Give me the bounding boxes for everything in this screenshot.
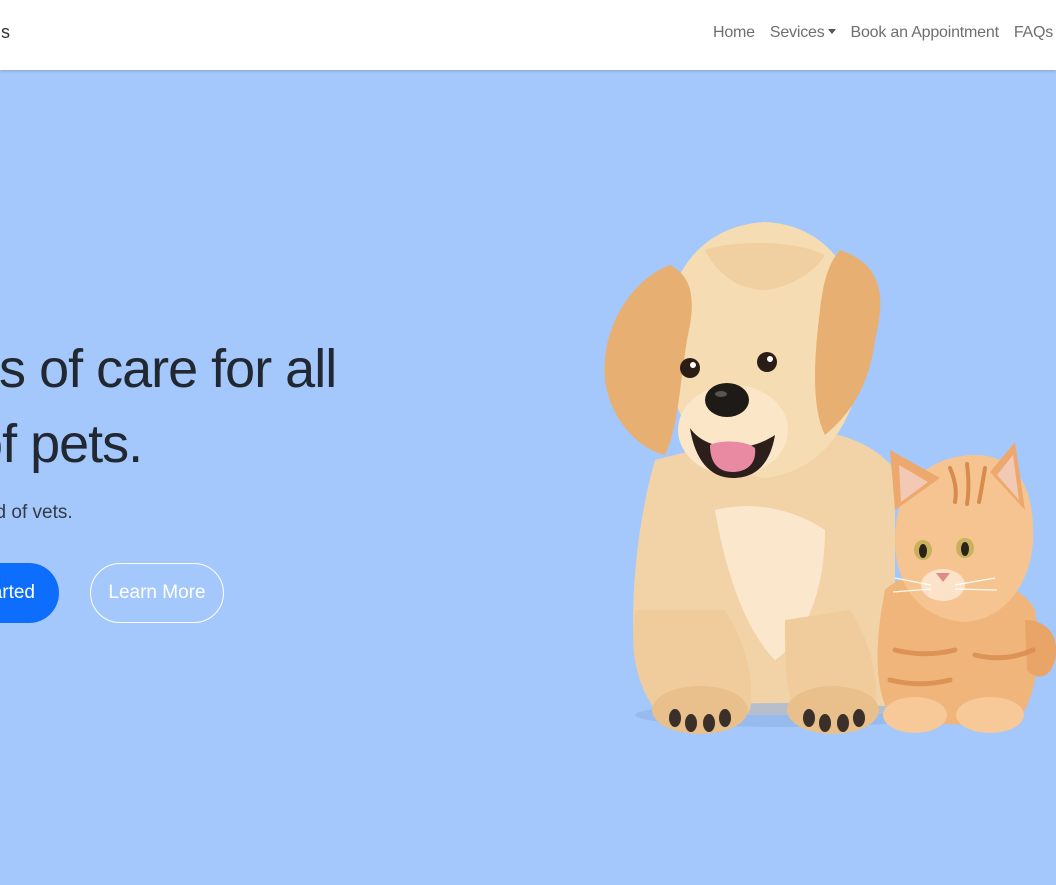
hero-headline: kinds of care for all ds of pets. [0, 332, 424, 482]
brand-logo[interactable]: s [0, 22, 10, 43]
nav-link-faqs[interactable]: FAQs [1014, 24, 1053, 42]
nav-link-services-label: Sevices [769, 24, 825, 41]
nav-link-home-label: Home [713, 24, 755, 41]
hero-section: kinds of care for all ds of pets. n need… [0, 70, 1056, 885]
nav-link-book-appointment[interactable]: Book an Appointment [850, 24, 1000, 42]
nav-link-services-dropdown[interactable]: Sevices [770, 24, 836, 42]
puppy-and-kitten-image [604, 222, 1056, 734]
hero-subtext: n need of vets. [0, 502, 73, 523]
caret-down-icon [827, 28, 836, 34]
hero-headline-line1: kinds of care for all [0, 339, 337, 399]
nav-link-faqs-label: FAQs [1013, 24, 1054, 41]
learn-more-button[interactable]: Learn More [90, 563, 224, 623]
nav-links: Home Sevices Book an Appointment FAQs Ab [713, 24, 1056, 42]
get-started-button[interactable]: arted [0, 563, 59, 623]
nav-link-book-appointment-label: Book an Appointment [850, 24, 1000, 41]
nav-link-home[interactable]: Home [713, 24, 755, 42]
navbar: s Home Sevices Book an Appointment FAQs … [0, 0, 1056, 70]
hero-headline-line2: ds of pets. [0, 414, 143, 474]
